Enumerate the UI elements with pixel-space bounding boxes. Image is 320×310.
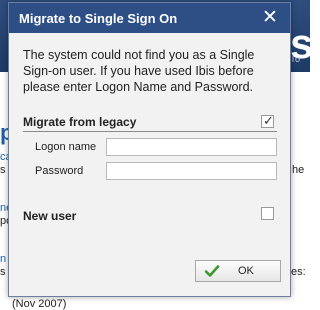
migrate-from-legacy-checkbox[interactable]: ✓ <box>261 113 274 128</box>
new-user-checkbox[interactable] <box>261 207 274 220</box>
ok-button[interactable]: OK <box>195 260 281 282</box>
close-icon[interactable]: ✕ <box>260 7 280 29</box>
dialog-title: Migrate to Single Sign On <box>19 11 178 26</box>
logon-name-label: Logon name <box>35 141 97 153</box>
password-input[interactable] <box>106 162 277 180</box>
section-divider <box>23 131 277 132</box>
background-text: he <box>292 164 305 176</box>
logon-name-input[interactable] <box>106 138 277 156</box>
checkmark-icon: ✓ <box>263 113 274 128</box>
dialog-message: The system could not find you as a Singl… <box>23 48 255 94</box>
password-label: Password <box>35 165 84 177</box>
sso-migration-dialog: Migrate to Single Sign On ✕ The system c… <box>8 2 291 297</box>
new-user-label: New user <box>23 209 77 223</box>
ok-button-label: OK <box>238 265 254 277</box>
checkmark-icon <box>204 265 220 277</box>
dialog-title-bar[interactable]: Migrate to Single Sign On ✕ <box>9 3 290 33</box>
background-text: (Nov 2007) <box>12 298 67 310</box>
migrate-from-legacy-label: Migrate from legacy <box>23 115 137 129</box>
